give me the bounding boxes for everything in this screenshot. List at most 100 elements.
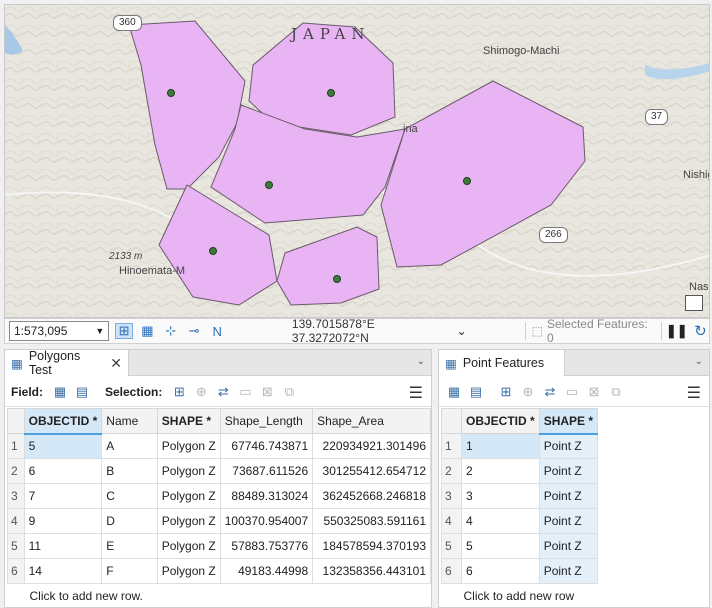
table-cell[interactable]: Point Z (538, 483, 599, 509)
point-feature[interactable] (265, 181, 273, 189)
table-cell[interactable]: 7 (23, 483, 103, 509)
add-row[interactable]: Click to add new row (442, 584, 598, 608)
table-cell[interactable]: A (101, 433, 158, 459)
table-cell[interactable]: Polygon Z (156, 558, 221, 584)
menu-icon[interactable]: ☰ (687, 383, 701, 403)
calculate-field-icon[interactable]: ▤ (71, 381, 93, 403)
select-by-attributes-icon[interactable]: ⊞ (495, 381, 517, 403)
row-number[interactable]: 6 (441, 558, 462, 584)
point-feature[interactable] (463, 177, 471, 185)
map-canvas[interactable] (5, 5, 710, 318)
table-cell[interactable]: 1 (461, 433, 540, 459)
table-cell[interactable]: C (101, 483, 158, 509)
snapping-icon[interactable]: ⊹ (162, 323, 179, 339)
table-row[interactable]: 3 3 Point Z (441, 483, 599, 509)
table-cell[interactable]: 362452668.246818 (312, 483, 431, 509)
table-cell[interactable]: 11 (23, 533, 103, 559)
tab-point-features[interactable]: ▦ Point Features (439, 350, 565, 376)
point-feature[interactable] (333, 275, 341, 283)
switch-selection-icon[interactable]: ⇄ (539, 381, 561, 403)
chevron-down-icon[interactable]: ⌄ (457, 324, 467, 338)
row-number[interactable]: 3 (441, 483, 462, 509)
column-header[interactable]: Name (101, 408, 158, 434)
switch-selection-icon[interactable]: ⇄ (212, 381, 234, 403)
table-cell[interactable]: Polygon Z (156, 483, 221, 509)
table-cell[interactable]: Polygon Z (156, 533, 221, 559)
delete-selection-icon[interactable]: ⊠ (583, 381, 605, 403)
table-cell[interactable]: 2 (461, 458, 540, 484)
column-header[interactable]: SHAPE * (156, 408, 221, 434)
row-number[interactable]: 2 (7, 458, 25, 484)
table-cell[interactable]: 100370.954007 (219, 508, 314, 534)
table-cell[interactable]: Point Z (538, 433, 599, 459)
table-cell[interactable]: 14 (23, 558, 103, 584)
table-cell[interactable]: Polygon Z (156, 458, 221, 484)
add-row[interactable]: Click to add new row. (8, 584, 431, 608)
table-row[interactable]: 3 7 C Polygon Z 88489.313024 362452668.246818 (7, 483, 431, 509)
column-header[interactable]: SHAPE * (538, 408, 599, 435)
table-cell[interactable]: 67746.743871 (219, 433, 314, 459)
clear-selection-icon[interactable]: ▭ (561, 381, 583, 403)
zoom-tools-icon[interactable]: ⊞ (115, 323, 133, 339)
constraints-icon[interactable]: ⊸ (185, 323, 202, 339)
table-cell[interactable]: F (101, 558, 158, 584)
column-header[interactable]: Shape_Length (219, 408, 314, 434)
pause-icon[interactable]: ❚❚ (666, 323, 688, 339)
column-header[interactable]: OBJECTID * (23, 408, 103, 435)
table-cell[interactable]: 73687.611526 (219, 458, 314, 484)
table-cell[interactable]: D (101, 508, 158, 534)
table-cell[interactable]: 132358356.443101 (312, 558, 431, 584)
table-row[interactable]: 2 2 Point Z (441, 458, 599, 484)
point-feature[interactable] (167, 89, 175, 97)
copy-selection-icon[interactable]: ⧉ (278, 381, 300, 403)
table-cell[interactable]: 5 (461, 533, 540, 559)
menu-icon[interactable]: ☰ (409, 383, 423, 403)
table-row[interactable]: 5 5 Point Z (441, 533, 599, 559)
table-row[interactable]: 6 14 F Polygon Z 49183.44998 132358356.443101 (7, 558, 431, 584)
table-cell[interactable]: 4 (461, 508, 540, 534)
point-feature[interactable] (209, 247, 217, 255)
table-cell[interactable]: 3 (461, 483, 540, 509)
grid-icon[interactable]: ▦ (139, 323, 156, 339)
add-field-icon[interactable]: ▦ (49, 381, 71, 403)
table-cell[interactable]: Point Z (538, 533, 599, 559)
row-number[interactable]: 4 (441, 508, 462, 534)
table-cell[interactable]: 49183.44998 (219, 558, 314, 584)
add-field-icon[interactable]: ▦ (443, 381, 465, 403)
add-row-label[interactable]: Click to add new row (442, 584, 598, 608)
row-number[interactable]: 4 (7, 508, 25, 534)
scale-dropdown[interactable]: 1:573,095 ▼ (9, 321, 110, 341)
basemap-icon[interactable] (685, 295, 703, 311)
selected-features[interactable]: ⬚ Selected Features: 0 (532, 317, 653, 345)
row-number[interactable]: 1 (441, 433, 462, 459)
zoom-to-selection-icon[interactable]: ⊕ (190, 381, 212, 403)
table-cell[interactable]: Polygon Z (156, 508, 221, 534)
row-number[interactable]: 6 (7, 558, 25, 584)
table-cell[interactable]: 6 (23, 458, 103, 484)
table-row[interactable]: 2 6 B Polygon Z 73687.611526 301255412.654712 (7, 458, 431, 484)
table-cell[interactable]: 88489.313024 (219, 483, 314, 509)
table-cell[interactable]: 550325083.591161 (312, 508, 431, 534)
table-cell[interactable]: Point Z (538, 508, 599, 534)
add-row-label[interactable]: Click to add new row. (8, 584, 431, 608)
table-cell[interactable]: E (101, 533, 158, 559)
map-view[interactable]: JAPAN Shimogo-Machi Nishig Hinoemata-M N… (4, 4, 710, 318)
table-row[interactable]: 4 4 Point Z (441, 508, 599, 534)
row-number[interactable]: 5 (7, 533, 25, 559)
table-row[interactable]: 5 11 E Polygon Z 57883.753776 184578594.37019… (7, 533, 431, 559)
table-cell[interactable]: Point Z (538, 558, 599, 584)
close-icon[interactable]: ✕ (110, 355, 122, 372)
row-number[interactable]: 2 (441, 458, 462, 484)
north-arrow-icon[interactable]: N (209, 323, 226, 339)
chevron-down-icon[interactable]: ⌄ (417, 356, 425, 367)
point-feature[interactable] (327, 89, 335, 97)
table-row[interactable]: 1 1 Point Z (441, 433, 599, 459)
chevron-down-icon[interactable]: ⌄ (695, 356, 703, 367)
table-row[interactable]: 6 6 Point Z (441, 558, 599, 584)
clear-selection-icon[interactable]: ▭ (234, 381, 256, 403)
zoom-to-selection-icon[interactable]: ⊕ (517, 381, 539, 403)
row-number[interactable]: 5 (441, 533, 462, 559)
table-cell[interactable]: B (101, 458, 158, 484)
calculate-field-icon[interactable]: ▤ (465, 381, 487, 403)
table-row[interactable]: 4 9 D Polygon Z 100370.954007 550325083.59116… (7, 508, 431, 534)
